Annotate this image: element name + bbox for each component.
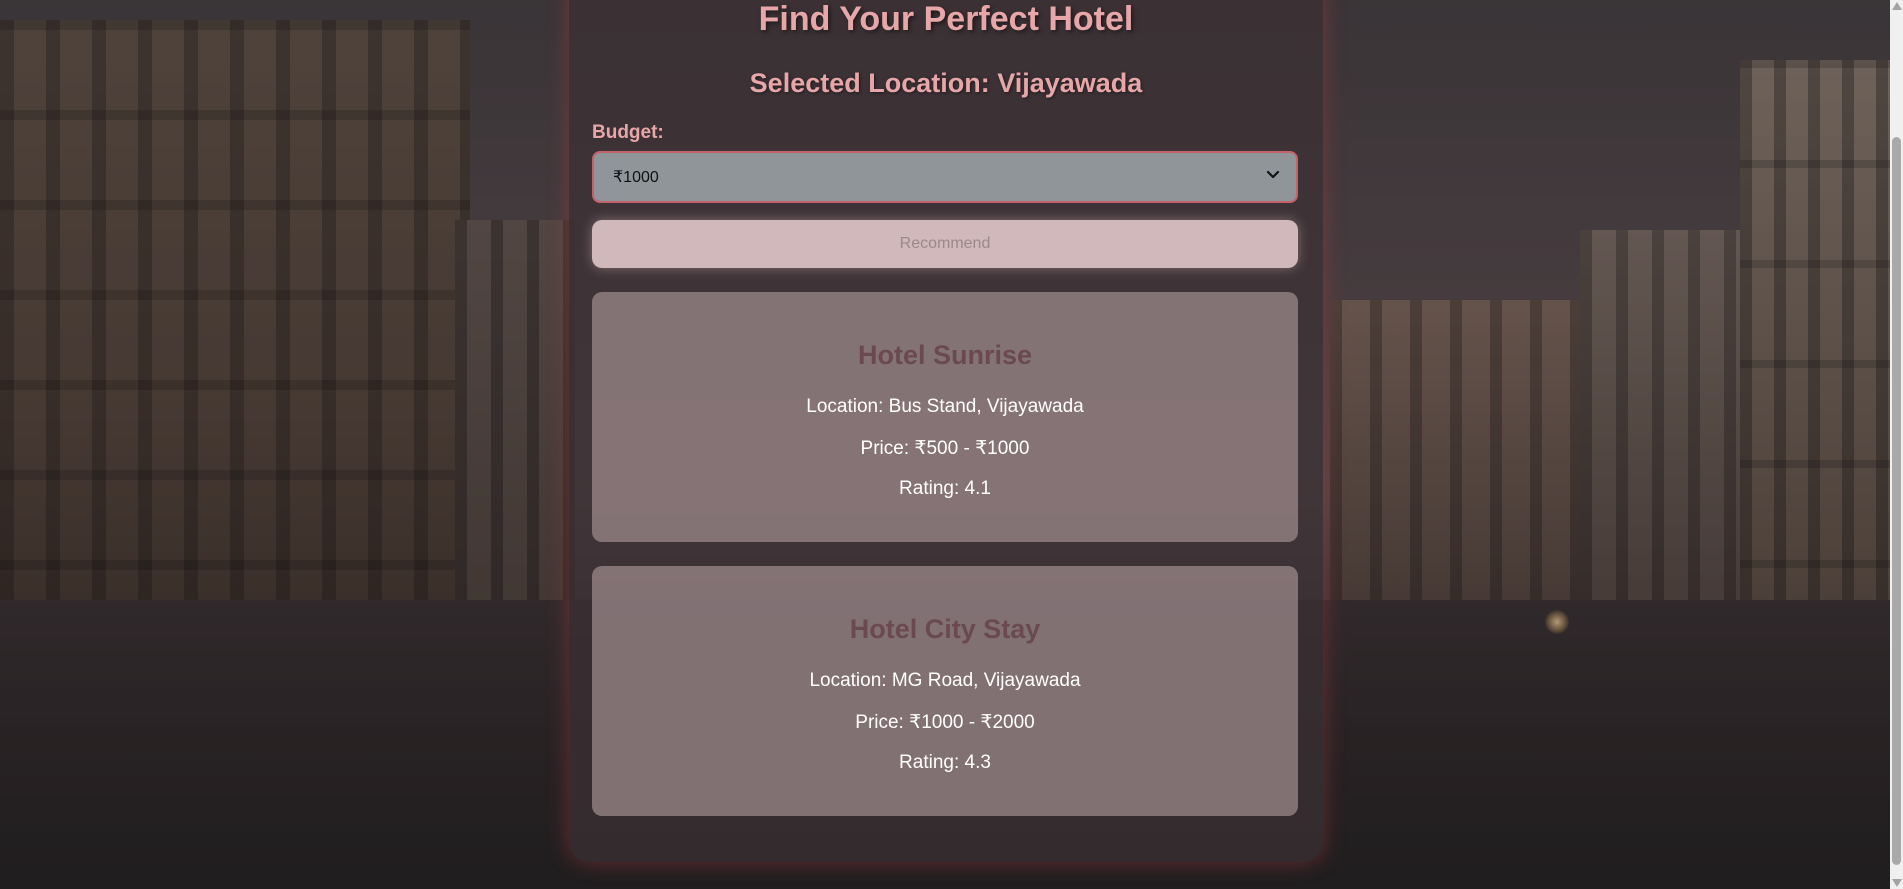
hotel-price: Price: ₹500 - ₹1000 [860,438,1030,459]
scroll-up-arrow-icon[interactable] [1892,2,1902,10]
scrollbar-thumb[interactable] [1892,137,1901,865]
hotel-location: Location: Bus Stand, Vijayawada [806,396,1084,417]
hotel-rating: Rating: 4.1 [899,478,991,499]
budget-label: Budget: [592,122,664,143]
hotel-card: Hotel Sunrise Location: Bus Stand, Vijay… [592,292,1298,542]
scroll-down-arrow-icon[interactable] [1892,879,1902,887]
page-title: Find Your Perfect Hotel [758,0,1134,38]
hotel-name: Hotel Sunrise [857,340,1033,370]
hotel-name: Hotel City Stay [849,614,1041,644]
budget-select[interactable]: ₹1000 [592,151,1298,203]
hotel-price: Price: ₹1000 - ₹2000 [855,712,1035,733]
vertical-scrollbar[interactable] [1890,0,1903,889]
budget-select-value: ₹1000 [613,169,659,186]
hotel-rating: Rating: 4.3 [899,752,991,773]
hotel-finder-panel: Find Your Perfect Hotel Selected Locatio… [569,0,1323,862]
app-viewport: Find Your Perfect Hotel Selected Locatio… [0,0,1903,889]
recommend-button[interactable]: Recommend [592,220,1298,268]
hotel-location: Location: MG Road, Vijayawada [809,670,1081,691]
hotel-card: Hotel City Stay Location: MG Road, Vijay… [592,566,1298,816]
selected-location: Selected Location: Vijayawada [749,68,1143,98]
chevron-down-icon [1266,170,1280,179]
